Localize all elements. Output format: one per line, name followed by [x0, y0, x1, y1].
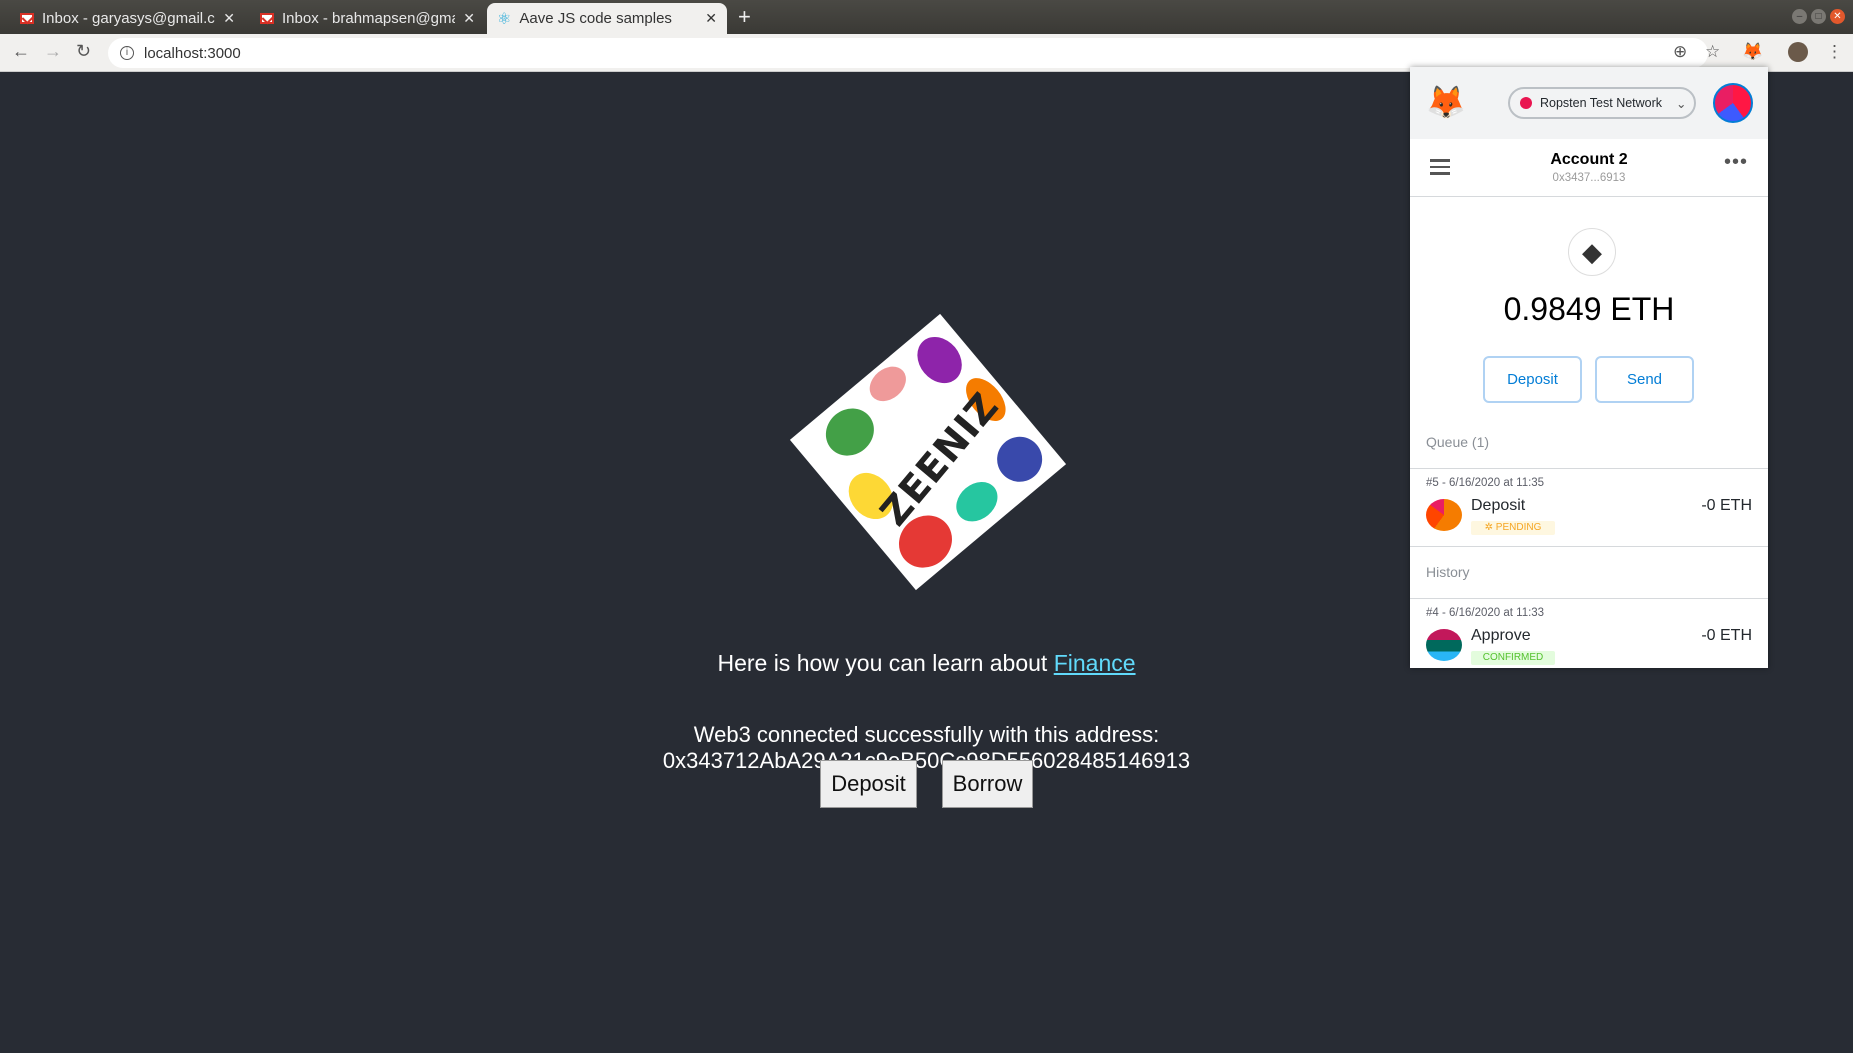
confirmed-badge: CONFIRMED: [1471, 651, 1555, 665]
wallet-address: 0x343712AbA29A21c9eB50Cc98D5560284851469…: [662, 748, 1191, 773]
close-window-button[interactable]: ✕: [1830, 9, 1845, 24]
transaction-title: Deposit: [1471, 497, 1526, 514]
gmail-icon: [20, 13, 34, 24]
reload-button[interactable]: ↻: [76, 41, 91, 62]
web3-status: Web3 connected successfully with this ad…: [0, 722, 1853, 774]
zoom-icon[interactable]: ⊕: [1673, 42, 1687, 62]
network-name: Ropsten Test Network: [1540, 96, 1663, 110]
chevron-down-icon: ⌄: [1676, 96, 1687, 111]
gmail-icon: [260, 13, 274, 24]
network-status-dot: [1520, 97, 1532, 109]
tab-aave[interactable]: ⚛ Aave JS code samples ✕: [487, 3, 727, 34]
transaction-title: Approve: [1471, 627, 1531, 644]
react-icon: ⚛: [497, 10, 512, 28]
transaction-amount: -0 ETH: [1701, 497, 1752, 514]
maximize-button[interactable]: □: [1811, 9, 1826, 24]
transaction-row[interactable]: #5 - 6/16/2020 at 11:35 Deposit -0 ETH ✲…: [1410, 469, 1768, 547]
bookmark-star-icon[interactable]: ☆: [1705, 42, 1720, 62]
forward-button[interactable]: →: [44, 41, 62, 62]
menu-icon[interactable]: ⋮: [1826, 42, 1843, 62]
hamburger-menu-icon[interactable]: [1430, 159, 1450, 179]
close-tab-icon[interactable]: ✕: [463, 10, 475, 27]
metamask-header: 🦊 Ropsten Test Network ⌄: [1410, 67, 1768, 139]
account-name[interactable]: Account 2: [1410, 139, 1768, 169]
tab-gmail-2[interactable]: Inbox - brahmapsen@gmail.com ✕: [250, 3, 485, 34]
minimize-button[interactable]: –: [1792, 9, 1807, 24]
queue-heading: Queue (1): [1410, 429, 1768, 469]
transaction-row[interactable]: #4 - 6/16/2020 at 11:33 Approve -0 ETH C…: [1410, 599, 1768, 677]
metamask-popup: 🦊 Ropsten Test Network ⌄ Account 2 0x343…: [1410, 67, 1768, 668]
zeeniz-logo: ZEENIZ: [765, 292, 1090, 612]
account-section: Account 2 0x3437...6913 •••: [1410, 139, 1768, 197]
tab-title: Aave JS code samples: [519, 10, 672, 27]
learn-label: Here is how you can learn about: [717, 650, 1054, 676]
profile-avatar[interactable]: [1788, 42, 1808, 62]
borrow-button[interactable]: Borrow: [942, 760, 1033, 808]
transaction-amount: -0 ETH: [1701, 627, 1752, 644]
transaction-date: #4 - 6/16/2020 at 11:33: [1426, 607, 1545, 619]
info-icon[interactable]: i: [120, 46, 134, 60]
spinner-icon: ✲: [1484, 522, 1496, 533]
network-selector[interactable]: Ropsten Test Network ⌄: [1508, 87, 1696, 119]
metamask-fox-icon: 🦊: [1426, 84, 1466, 120]
address-bar[interactable]: i localhost:3000: [108, 38, 1708, 68]
status-text: PENDING: [1495, 522, 1542, 533]
new-tab-button[interactable]: +: [738, 4, 751, 30]
close-tab-icon[interactable]: ✕: [705, 10, 717, 27]
history-heading: History: [1410, 559, 1768, 599]
account-address[interactable]: 0x3437...6913: [1410, 172, 1768, 184]
deposit-button[interactable]: Deposit: [820, 760, 917, 808]
transaction-date: #5 - 6/16/2020 at 11:35: [1426, 477, 1545, 489]
web3-status-text: Web3 connected successfully with this ad…: [693, 722, 1160, 747]
tab-gmail-1[interactable]: Inbox - garyasys@gmail.com ✕: [10, 3, 245, 34]
back-button[interactable]: ←: [12, 41, 30, 62]
ethereum-icon: ◆: [1568, 228, 1616, 276]
tab-title: Inbox - garyasys@gmail.com: [42, 10, 215, 27]
metamask-extension-icon[interactable]: 🦊: [1742, 42, 1763, 62]
close-tab-icon[interactable]: ✕: [223, 10, 235, 27]
finance-link[interactable]: Finance: [1054, 650, 1136, 676]
tab-title: Inbox - brahmapsen@gmail.com: [282, 10, 455, 27]
more-options-icon[interactable]: •••: [1724, 151, 1748, 174]
url-text: localhost:3000: [144, 44, 241, 62]
account-identicon[interactable]: [1713, 83, 1753, 123]
eth-balance: 0.9849 ETH: [1503, 291, 1675, 327]
tab-bar: Inbox - garyasys@gmail.com ✕ Inbox - bra…: [0, 0, 1853, 34]
pending-badge: ✲ PENDING: [1471, 521, 1555, 535]
transaction-avatar: [1426, 629, 1462, 661]
transaction-avatar: [1426, 499, 1462, 531]
metamask-deposit-button[interactable]: Deposit: [1483, 356, 1582, 403]
metamask-send-button[interactable]: Send: [1595, 356, 1694, 403]
